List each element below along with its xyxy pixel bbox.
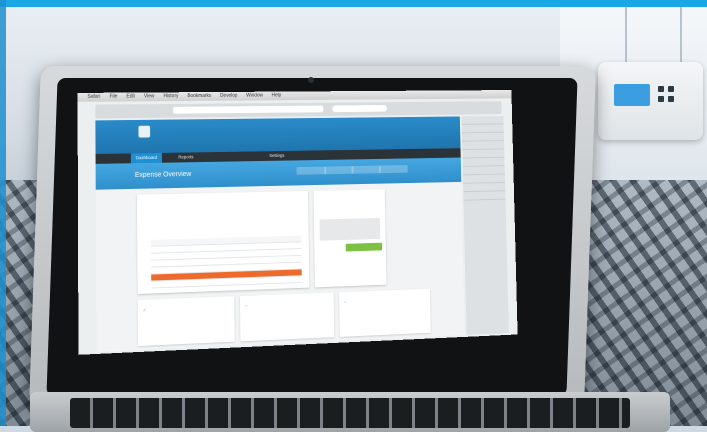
device-button — [668, 86, 674, 92]
nav-reports[interactable]: Reports — [173, 152, 198, 162]
nav-dashboard[interactable]: Dashboard — [130, 152, 162, 164]
menu-item[interactable]: Bookmarks — [187, 93, 211, 99]
expense-summary-card[interactable]: ✓ — [137, 296, 235, 347]
desktop-side-window — [461, 115, 509, 335]
top-accent-strip — [0, 0, 707, 7]
device-button — [658, 86, 664, 92]
check-icon: ✓ — [142, 307, 147, 314]
logo-icon — [138, 125, 151, 138]
nav-settings[interactable]: Settings — [265, 151, 290, 161]
menu-item[interactable]: Help — [272, 93, 282, 99]
menu-item[interactable]: Edit — [126, 94, 134, 100]
device-button — [658, 96, 664, 102]
menu-item[interactable]: File — [109, 94, 117, 100]
filter-button[interactable] — [296, 166, 327, 175]
webcam-icon — [308, 77, 314, 83]
address-bar[interactable] — [173, 105, 324, 114]
expense-summary-card[interactable]: ○ — [239, 292, 335, 342]
filter-button[interactable] — [378, 165, 408, 174]
menu-item[interactable]: Window — [246, 93, 263, 99]
menu-item[interactable]: View — [144, 93, 154, 99]
device-display — [614, 84, 650, 106]
laptop-screen: Safari File Edit View History Bookmarks … — [77, 90, 518, 355]
menu-item[interactable]: Safari — [87, 94, 100, 100]
filter-button[interactable] — [351, 165, 381, 174]
os-menubar: Safari File Edit View History Bookmarks … — [77, 90, 512, 102]
expense-table — [150, 235, 302, 289]
left-accent-strip — [0, 0, 6, 426]
approve-button[interactable] — [345, 242, 383, 252]
wall-keypad-device — [598, 62, 703, 140]
filter-button[interactable] — [324, 166, 354, 175]
keyboard-keys — [70, 398, 630, 428]
page-title-band: Expense Overview — [95, 157, 462, 190]
page-title: Expense Overview — [134, 171, 192, 179]
expense-detail-card — [136, 190, 310, 295]
circle-icon: ○ — [343, 299, 347, 306]
search-input[interactable] — [332, 104, 387, 113]
list-item — [463, 191, 506, 201]
comment-box[interactable] — [319, 217, 381, 241]
menu-item[interactable]: Develop — [220, 93, 237, 99]
web-page: Dashboard Reports Settings Expense Overv… — [95, 116, 465, 352]
circle-icon: ○ — [244, 303, 248, 310]
device-button — [668, 96, 674, 102]
approval-panel — [313, 189, 387, 288]
menu-item[interactable]: History — [163, 93, 178, 99]
site-logo[interactable] — [131, 125, 164, 148]
expense-summary-card[interactable]: ○ — [339, 288, 431, 337]
